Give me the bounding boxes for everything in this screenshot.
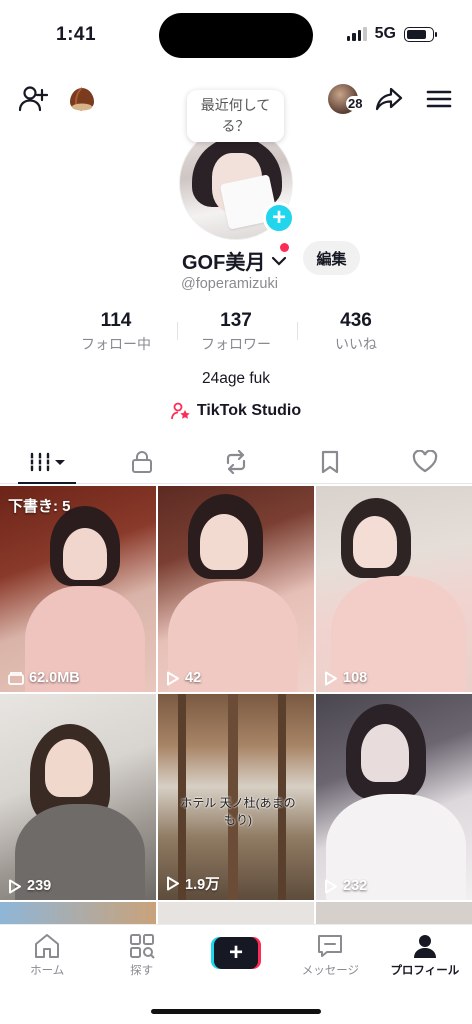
- storage-icon: [8, 672, 24, 685]
- nav-discover[interactable]: 探す: [94, 925, 188, 984]
- heart-icon: [412, 449, 438, 472]
- video-stat-label: 232: [343, 878, 368, 894]
- video-thumbnail[interactable]: 232: [316, 694, 472, 900]
- video-thumbnail[interactable]: 下書き: 5 62.0MB: [0, 486, 156, 692]
- play-icon: [167, 876, 179, 891]
- chevron-down-icon: [272, 256, 287, 266]
- user-handle: @foperamizuki: [181, 276, 278, 292]
- video-thumbnail[interactable]: 108: [316, 486, 472, 692]
- video-grid-icon: [30, 452, 66, 471]
- status-indicators: 5G: [346, 25, 437, 43]
- video-stat: 1.9万: [166, 873, 220, 894]
- tab-favorites[interactable]: [283, 440, 377, 483]
- home-indicator: [151, 1009, 321, 1014]
- edit-profile-button[interactable]: 編集: [303, 241, 360, 275]
- tab-videos[interactable]: [0, 440, 94, 483]
- nav-create[interactable]: +: [189, 925, 283, 984]
- play-icon: [325, 671, 337, 685]
- video-grid: 下書き: 5 62.0MB 42 108 239 ホテル 天ノ杜(あまのもり) …: [0, 486, 472, 900]
- video-overlay-text: ホテル 天ノ杜(あまのもり): [180, 796, 296, 827]
- video-stat-label: 239: [27, 878, 52, 894]
- username: GOF美月: [182, 252, 266, 274]
- lock-icon: [131, 450, 152, 473]
- video-stat-label: 42: [185, 670, 202, 686]
- network-label: 5G: [374, 25, 396, 42]
- video-stat-label: 108: [343, 670, 368, 686]
- stat-value: 137: [220, 310, 252, 331]
- play-icon: [167, 671, 179, 685]
- repost-icon: [226, 449, 246, 474]
- tiktok-studio-link[interactable]: TikTok Studio: [0, 402, 472, 420]
- menu-icon[interactable]: [424, 84, 454, 114]
- video-stat: 239: [8, 878, 51, 894]
- stat-divider: [177, 322, 178, 340]
- stat-likes[interactable]: 436 いいね: [301, 310, 411, 354]
- video-stat-label: 62.0MB: [29, 670, 80, 686]
- nav-label: プロフィール: [390, 965, 460, 977]
- video-thumbnail[interactable]: 42: [158, 486, 314, 692]
- nav-label: ホーム: [30, 965, 65, 977]
- dynamic-island: [159, 13, 313, 58]
- share-icon[interactable]: [374, 84, 404, 114]
- discover-icon: [129, 934, 155, 959]
- signal-icon: [346, 27, 367, 41]
- bookmark-icon: [322, 450, 339, 473]
- stat-followers[interactable]: 137 フォロワー: [181, 310, 291, 354]
- video-row-partial: [0, 902, 472, 924]
- video-thumbnail[interactable]: ホテル 天ノ杜(あまのもり) 1.9万: [158, 694, 314, 900]
- play-icon: [325, 879, 337, 893]
- create-plus-icon: +: [211, 937, 262, 969]
- video-stat: 42: [166, 670, 201, 686]
- video-stat: 108: [324, 670, 367, 686]
- studio-label: TikTok Studio: [196, 402, 302, 419]
- stat-value: 114: [100, 310, 132, 331]
- nav-profile[interactable]: プロフィール: [378, 925, 472, 984]
- stat-label: いいね: [335, 336, 377, 352]
- stat-value: 436: [340, 310, 372, 331]
- chestnut-icon[interactable]: [67, 85, 97, 113]
- video-stat: 232: [324, 878, 367, 894]
- stat-divider: [297, 322, 298, 340]
- nav-home[interactable]: ホーム: [0, 925, 94, 984]
- friends-count: 28: [346, 96, 365, 111]
- add-story-button[interactable]: +: [263, 202, 295, 234]
- video-stat: 62.0MB: [8, 670, 80, 686]
- nav-label: 探す: [130, 965, 154, 977]
- status-time: 1:41: [56, 24, 97, 45]
- stat-label: フォロー中: [81, 336, 151, 352]
- play-icon: [9, 879, 21, 893]
- notification-dot: [280, 243, 289, 252]
- stat-label: フォロワー: [201, 336, 271, 352]
- nav-label: メッセージ: [301, 965, 360, 977]
- draft-count: 下書き: 5: [8, 498, 71, 515]
- profile-bio: 24age fuk: [201, 370, 271, 387]
- inbox-icon: [318, 935, 343, 957]
- home-icon: [35, 934, 60, 958]
- tab-liked[interactable]: [378, 440, 472, 483]
- add-friend-icon[interactable]: [18, 84, 48, 114]
- video-thumbnail[interactable]: 239: [0, 694, 156, 900]
- profile-tabs: [0, 440, 472, 484]
- battery-icon: [404, 26, 437, 42]
- bottom-nav: ホーム 探す + メッセージ プロフィール: [0, 924, 472, 984]
- stat-following[interactable]: 114 フォロー中: [61, 310, 171, 354]
- status-bubble[interactable]: 最近何してる？: [187, 90, 284, 142]
- username-row[interactable]: GOF美月: [182, 246, 287, 275]
- nav-inbox[interactable]: メッセージ: [283, 925, 377, 984]
- tab-reposts[interactable]: [189, 440, 283, 483]
- video-stat-label: 1.9万: [185, 877, 220, 893]
- tab-private[interactable]: [94, 440, 188, 483]
- profile-icon: [413, 935, 436, 958]
- studio-icon: [170, 402, 190, 420]
